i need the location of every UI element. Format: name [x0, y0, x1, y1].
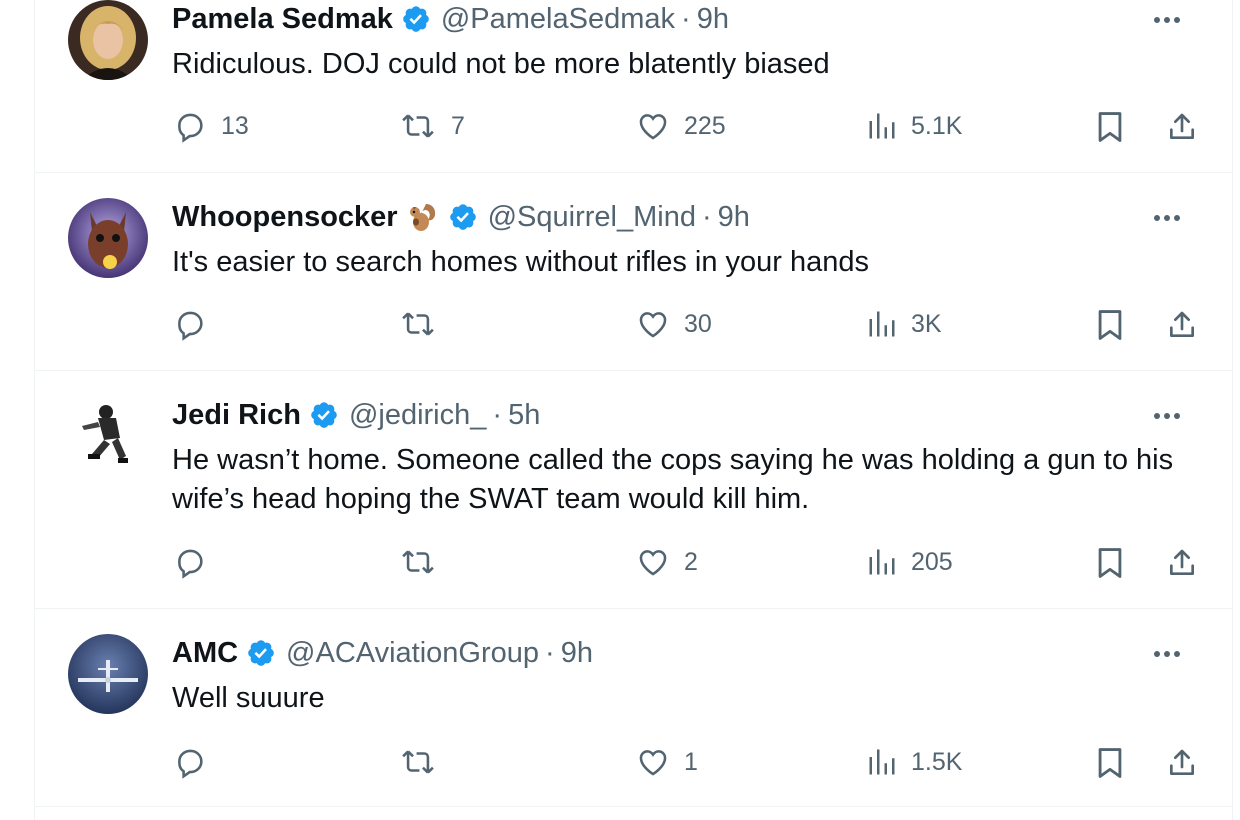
- avatar-jedi-rich[interactable]: [68, 396, 148, 476]
- timestamp[interactable]: 9h: [697, 1, 729, 37]
- tweet-text: It's easier to search homes without rifl…: [172, 246, 870, 278]
- views-chart-icon: [867, 109, 897, 143]
- avatar-amc[interactable]: [68, 634, 148, 714]
- retweet-icon: [399, 545, 437, 579]
- share-button[interactable]: [1166, 746, 1198, 780]
- reply-count: 13: [221, 111, 249, 140]
- like-count: 225: [684, 111, 726, 140]
- views-button[interactable]: 1.5K: [867, 745, 962, 779]
- bookmark-button[interactable]: [1095, 308, 1125, 342]
- separator-dot: ·: [681, 3, 691, 35]
- share-icon: [1166, 546, 1198, 580]
- reply-button[interactable]: [173, 307, 221, 341]
- like-count: 1: [684, 747, 698, 776]
- share-button[interactable]: [1166, 546, 1198, 580]
- bookmark-button[interactable]: [1095, 110, 1125, 144]
- author-handle[interactable]: @PamelaSedmak: [441, 1, 675, 37]
- views-button[interactable]: 3K: [867, 307, 942, 341]
- timestamp[interactable]: 5h: [508, 397, 540, 433]
- tweet-text: Well suuure: [172, 682, 325, 714]
- more-options-icon[interactable]: [1152, 203, 1182, 233]
- heart-icon: [636, 545, 670, 579]
- bookmark-button[interactable]: [1095, 746, 1125, 780]
- separator-dot: ·: [492, 399, 503, 431]
- verified-badge-icon: [448, 202, 478, 232]
- views-button[interactable]: 205: [867, 545, 953, 579]
- views-chart-icon: [867, 745, 897, 779]
- author-name[interactable]: Jedi Rich: [172, 397, 301, 433]
- bookmark-icon: [1095, 746, 1125, 780]
- like-count: 30: [684, 309, 712, 338]
- retweet-button[interactable]: [399, 307, 451, 341]
- author-handle[interactable]: @jedirich_: [349, 397, 486, 433]
- tweet-pamela-sedmak[interactable]: Pamela Sedmak @PamelaSedmak · 9h Ridicul…: [35, 0, 1232, 173]
- author-name[interactable]: Whoopensocker: [172, 199, 398, 235]
- like-button[interactable]: 2: [636, 545, 698, 579]
- like-count: 2: [684, 547, 698, 576]
- tweet-text: He wasn’t home. Someone called the cops …: [172, 444, 1174, 515]
- tweet-amc[interactable]: AMC @ACAviationGroup · 9h Well suuure 1 …: [35, 609, 1232, 807]
- avatar-whoopensocker[interactable]: [68, 198, 148, 278]
- author-handle[interactable]: @Squirrel_Mind: [488, 199, 696, 235]
- separator-dot: ·: [701, 201, 712, 233]
- share-icon: [1166, 308, 1198, 342]
- retweet-button[interactable]: [399, 745, 451, 779]
- tweet-jedi-rich[interactable]: Jedi Rich @jedirich_ · 5h He wasn’t home…: [35, 371, 1232, 609]
- view-count: 5.1K: [911, 111, 963, 140]
- timestamp[interactable]: 9h: [718, 199, 750, 235]
- share-icon: [1166, 746, 1198, 780]
- reply-button[interactable]: 13: [173, 109, 249, 143]
- more-options-icon[interactable]: [1152, 401, 1182, 431]
- like-button[interactable]: 225: [636, 109, 726, 143]
- reply-button[interactable]: [173, 545, 221, 579]
- share-button[interactable]: [1166, 308, 1198, 342]
- more-options-icon[interactable]: [1152, 5, 1182, 35]
- retweet-icon: [399, 307, 437, 341]
- views-button[interactable]: 5.1K: [867, 109, 962, 143]
- heart-icon: [636, 307, 670, 341]
- bookmark-button[interactable]: [1095, 546, 1125, 580]
- like-button[interactable]: 1: [636, 745, 698, 779]
- separator-dot: ·: [545, 637, 555, 669]
- tweet-whoopensocker[interactable]: Whoopensocker @Squirrel_Mind · 9h It's e…: [35, 173, 1232, 371]
- heart-icon: [636, 109, 670, 143]
- retweet-count: 7: [451, 111, 465, 140]
- retweet-button[interactable]: [399, 545, 451, 579]
- share-icon: [1166, 110, 1198, 144]
- views-chart-icon: [867, 307, 897, 341]
- tweet-text: Ridiculous. DOJ could not be more blaten…: [172, 48, 830, 80]
- reply-timeline: Pamela Sedmak @PamelaSedmak · 9h Ridicul…: [34, 0, 1233, 820]
- view-count: 205: [911, 547, 953, 576]
- view-count: 1.5K: [911, 747, 963, 776]
- author-name[interactable]: Pamela Sedmak: [172, 1, 393, 37]
- reply-icon: [173, 545, 207, 579]
- reply-icon: [173, 109, 207, 143]
- reply-button[interactable]: [173, 745, 221, 779]
- verified-badge-icon: [401, 4, 431, 34]
- author-handle[interactable]: @ACAviationGroup: [286, 635, 539, 671]
- retweet-button[interactable]: 7: [399, 109, 465, 143]
- author-name[interactable]: AMC: [172, 635, 238, 671]
- bookmark-icon: [1095, 110, 1125, 144]
- verified-badge-icon: [309, 400, 339, 430]
- bookmark-icon: [1095, 308, 1125, 342]
- reply-icon: [173, 745, 207, 779]
- view-count: 3K: [911, 309, 942, 338]
- retweet-icon: [399, 109, 437, 143]
- share-button[interactable]: [1166, 110, 1198, 144]
- like-button[interactable]: 30: [636, 307, 712, 341]
- views-chart-icon: [867, 545, 897, 579]
- verified-badge-icon: [246, 638, 276, 668]
- retweet-icon: [399, 745, 437, 779]
- squirrel-emoji-icon: [406, 200, 440, 234]
- avatar-pamela-sedmak[interactable]: [68, 0, 148, 80]
- timestamp[interactable]: 9h: [561, 635, 593, 671]
- bookmark-icon: [1095, 546, 1125, 580]
- more-options-icon[interactable]: [1152, 639, 1182, 669]
- heart-icon: [636, 745, 670, 779]
- reply-icon: [173, 307, 207, 341]
